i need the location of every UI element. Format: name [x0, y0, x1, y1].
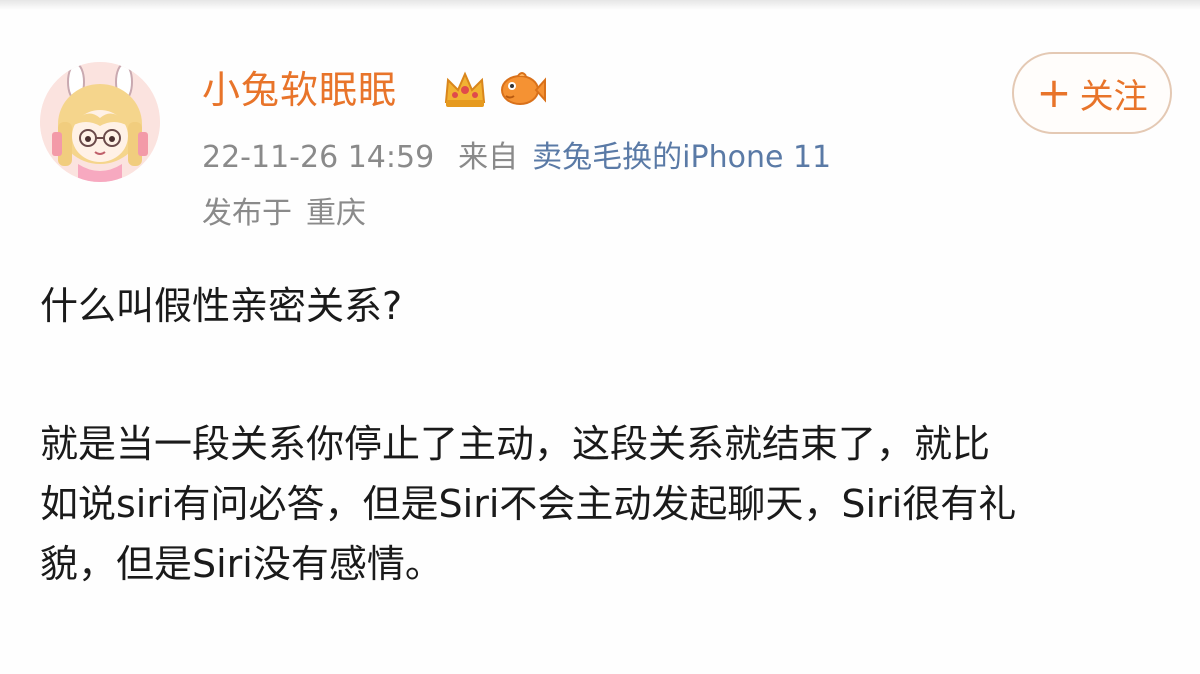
- plus-icon: +: [1036, 68, 1072, 117]
- follow-label: 关注: [1079, 76, 1148, 117]
- post-meta: 22-11-26 14:59 来自 卖兔毛换的iPhone 11: [202, 136, 831, 180]
- top-divider: [0, 0, 1200, 10]
- anime-girl-avatar-icon: [40, 62, 160, 182]
- post-timestamp: 22-11-26 14:59: [202, 140, 435, 175]
- post-location: 发布于 重庆: [202, 192, 366, 236]
- fish-icon[interactable]: [496, 64, 546, 114]
- weibo-post-card: 小兔软眠眠 22-11-26 14:59 来自 卖兔毛换的iPhone 11 发布于…: [0, 0, 1200, 674]
- post-title: 什么叫假性亲密关系?: [40, 284, 403, 328]
- location-prefix: 发布于: [202, 196, 292, 231]
- post-body-line: 如说siri有问必答，但是Siri不会主动发起聊天，Siri很有礼: [40, 482, 1017, 526]
- post-body-line: 就是当一段关系你停止了主动，这段关系就结束了，就比: [40, 422, 991, 466]
- location-value: 重庆: [306, 196, 366, 231]
- username[interactable]: 小兔软眠眠: [202, 64, 397, 116]
- post-source-link[interactable]: 卖兔毛换的iPhone 11: [532, 140, 831, 175]
- avatar[interactable]: [40, 62, 160, 182]
- source-prefix: 来自: [458, 140, 519, 175]
- post-body-line: 貌，但是Siri没有感情。: [40, 542, 443, 586]
- follow-button[interactable]: + 关注: [1012, 52, 1172, 134]
- post-body: 就是当一段关系你停止了主动，这段关系就结束了，就比 如说siri有问必答，但是S…: [40, 414, 1170, 594]
- crown-icon[interactable]: [440, 64, 490, 114]
